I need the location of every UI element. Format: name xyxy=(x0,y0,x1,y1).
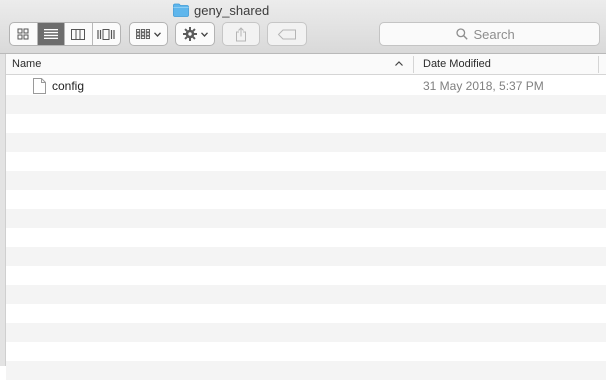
window-title: geny_shared xyxy=(173,1,269,19)
search-input[interactable] xyxy=(473,26,524,42)
view-mode-control xyxy=(9,22,121,46)
empty-row xyxy=(6,152,606,171)
column-view-icon xyxy=(71,28,86,40)
empty-row xyxy=(6,266,606,285)
empty-row xyxy=(6,171,606,190)
document-icon xyxy=(33,78,46,94)
empty-row xyxy=(6,190,606,209)
list-view-icon xyxy=(43,29,58,39)
file-date-modified: 31 May 2018, 5:37 PM xyxy=(423,79,544,93)
chevron-down-icon xyxy=(154,31,161,37)
empty-row xyxy=(6,361,606,380)
gear-icon xyxy=(182,27,197,41)
empty-row xyxy=(6,209,606,228)
window-title-text: geny_shared xyxy=(194,2,270,18)
empty-row xyxy=(6,342,606,361)
empty-row xyxy=(6,114,606,133)
empty-row xyxy=(6,247,606,266)
tag-button[interactable] xyxy=(267,22,307,46)
group-grid-icon xyxy=(136,29,150,39)
share-button[interactable] xyxy=(222,22,260,46)
column-view-button[interactable] xyxy=(65,23,93,45)
search-icon xyxy=(455,28,468,40)
file-list: Name Date Modified config 31 May 2018, 5… xyxy=(0,54,606,380)
search-field[interactable] xyxy=(379,22,600,46)
share-icon xyxy=(236,26,246,41)
icon-view-button[interactable] xyxy=(10,23,38,45)
column-header-date-modified[interactable]: Date Modified xyxy=(423,58,491,70)
list-view-button[interactable] xyxy=(37,23,65,45)
empty-row xyxy=(6,133,606,152)
chevron-down-icon xyxy=(200,31,208,37)
empty-row xyxy=(6,304,606,323)
empty-row xyxy=(6,323,606,342)
file-name: config xyxy=(52,79,85,93)
column-header-name[interactable]: Name xyxy=(12,58,41,70)
empty-row xyxy=(6,95,606,114)
file-row-config[interactable]: config 31 May 2018, 5:37 PM xyxy=(6,76,606,95)
file-rows: config 31 May 2018, 5:37 PM xyxy=(6,76,606,380)
list-header: Name Date Modified xyxy=(6,54,606,75)
tag-icon xyxy=(277,29,296,39)
action-button[interactable] xyxy=(175,22,215,46)
empty-row xyxy=(6,285,606,304)
column-divider[interactable] xyxy=(413,56,414,73)
empty-row xyxy=(6,228,606,247)
icon-view-icon xyxy=(17,28,29,40)
finder-toolbar: geny_shared xyxy=(0,0,606,54)
column-divider[interactable] xyxy=(598,56,599,73)
sort-ascending-icon[interactable] xyxy=(394,59,404,69)
cover-flow-icon xyxy=(97,28,115,40)
group-by-button[interactable] xyxy=(129,22,168,46)
cover-flow-view-button[interactable] xyxy=(93,23,120,45)
folder-icon xyxy=(173,3,189,17)
